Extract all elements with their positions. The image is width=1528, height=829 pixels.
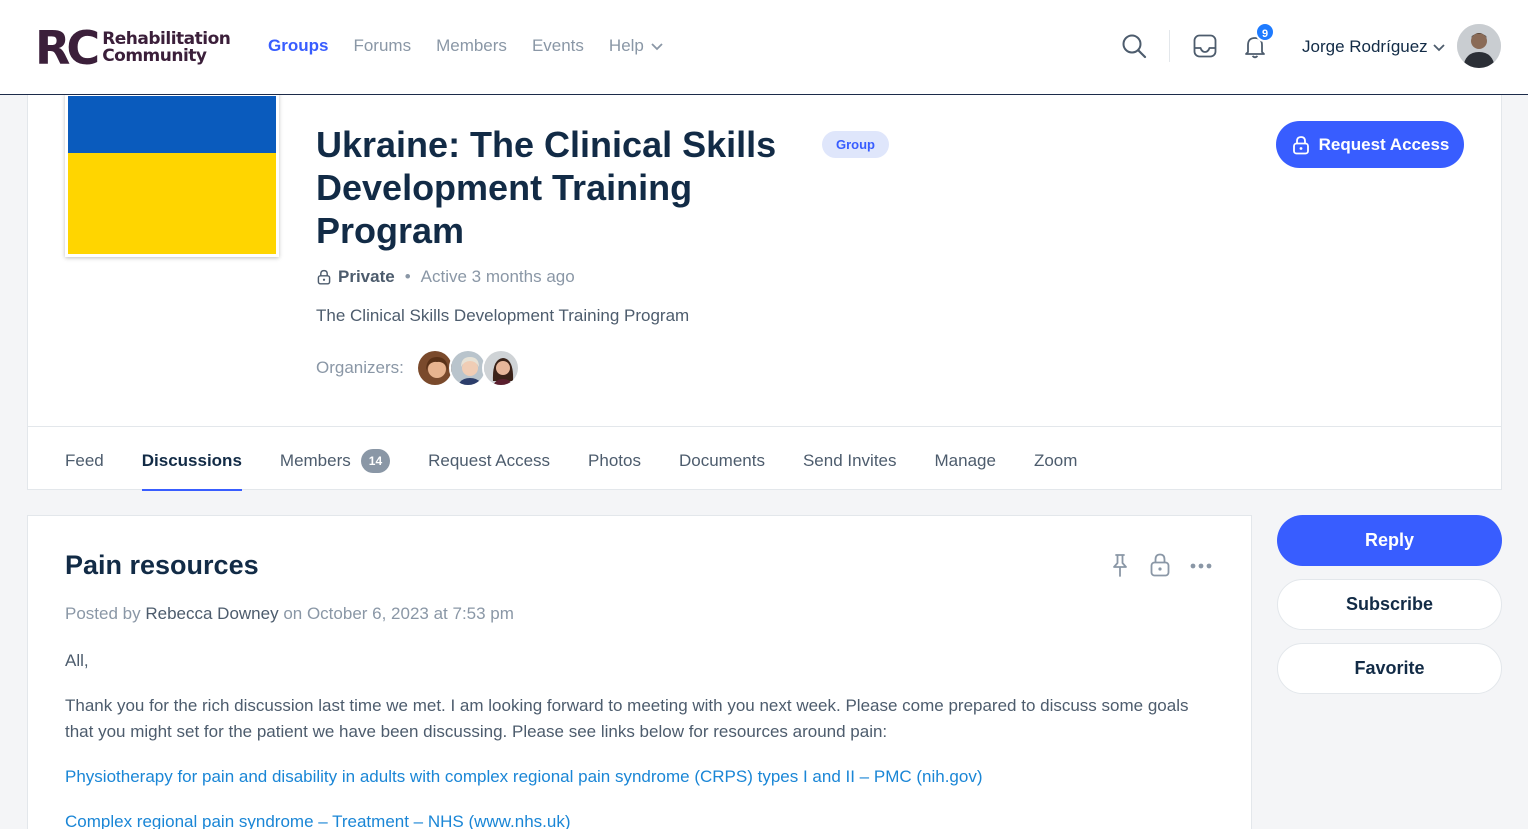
tab-members[interactable]: Members 14 xyxy=(280,447,391,475)
request-access-button[interactable]: Request Access xyxy=(1276,121,1464,168)
group-title: Ukraine: The Clinical Skills Development… xyxy=(316,124,777,251)
tab-documents[interactable]: Documents xyxy=(679,447,765,475)
tabs-divider xyxy=(28,426,1501,427)
subscribe-button[interactable]: Subscribe xyxy=(1277,579,1502,630)
tab-discussions[interactable]: Discussions xyxy=(141,447,243,491)
post-date: on October 6, 2023 at 7:53 pm xyxy=(283,604,514,623)
user-avatar[interactable] xyxy=(1457,24,1501,68)
more-options-icon[interactable] xyxy=(1188,552,1214,578)
favorite-button[interactable]: Favorite xyxy=(1277,643,1502,694)
site-logo[interactable]: RC Rehabilitation Community xyxy=(35,21,231,75)
group-activity: Active 3 months ago xyxy=(420,267,575,286)
group-description: The Clinical Skills Development Training… xyxy=(316,306,690,325)
lock-icon[interactable] xyxy=(1148,552,1172,578)
resource-link[interactable]: Physiotherapy for pain and disability in… xyxy=(65,767,983,786)
group-meta: Private • Active 3 months ago xyxy=(316,267,575,287)
post-actions xyxy=(1108,552,1214,578)
top-navigation-bar: RC Rehabilitation Community Groups Forum… xyxy=(0,0,1528,95)
header-divider xyxy=(1169,30,1170,62)
tab-photos[interactable]: Photos xyxy=(588,447,641,475)
tab-request-access[interactable]: Request Access xyxy=(428,447,550,475)
user-name[interactable]: Jorge Rodríguez xyxy=(1302,37,1428,57)
post-paragraph: Thank you for the rich discussion last t… xyxy=(65,696,1189,741)
tab-send-invites[interactable]: Send Invites xyxy=(803,447,897,475)
organizers: Organizers: xyxy=(316,349,520,387)
lock-icon xyxy=(317,269,331,285)
chevron-down-icon xyxy=(651,43,663,51)
nav-members[interactable]: Members xyxy=(436,36,507,56)
chevron-down-icon[interactable] xyxy=(1432,40,1446,54)
members-count-badge: 14 xyxy=(360,449,391,473)
group-tabs: Feed Discussions Members 14 Request Acces… xyxy=(65,447,1077,491)
post-content: All, Thank you for the rich discussion l… xyxy=(65,648,1205,829)
organizer-avatar[interactable] xyxy=(481,349,520,387)
organizers-label: Organizers: xyxy=(316,358,404,377)
pin-icon[interactable] xyxy=(1108,552,1132,578)
tab-manage[interactable]: Manage xyxy=(935,447,996,475)
main-nav: Groups Forums Members Events Help xyxy=(268,36,664,56)
post-title: Pain resources xyxy=(65,550,259,580)
group-header-card: Ukraine: The Clinical Skills Development… xyxy=(27,93,1502,491)
post-greeting: All, xyxy=(65,651,89,670)
group-privacy: Private xyxy=(338,267,395,286)
nav-forums[interactable]: Forums xyxy=(353,36,411,56)
lock-icon xyxy=(1292,135,1309,154)
nav-groups[interactable]: Groups xyxy=(268,36,328,56)
search-icon[interactable] xyxy=(1121,33,1147,59)
meta-separator: • xyxy=(404,267,411,286)
logo-mark: RC xyxy=(35,21,100,75)
resource-link[interactable]: Complex regional pain syndrome – Treatme… xyxy=(65,812,571,829)
group-type-badge: Group xyxy=(822,131,889,158)
inbox-icon[interactable] xyxy=(1192,33,1218,59)
discussion-post: Pain resources Posted by Rebecca Downey … xyxy=(27,515,1252,829)
nav-events[interactable]: Events xyxy=(532,36,584,56)
group-cover-image xyxy=(65,93,279,257)
post-byline: Posted by Rebecca Downey on October 6, 2… xyxy=(65,604,514,623)
nav-help[interactable]: Help xyxy=(609,36,664,56)
organizer-avatars xyxy=(415,349,520,387)
post-author[interactable]: Rebecca Downey xyxy=(145,604,278,623)
tab-feed[interactable]: Feed xyxy=(65,447,104,475)
tab-zoom[interactable]: Zoom xyxy=(1034,447,1077,475)
notification-count-badge: 9 xyxy=(1255,22,1275,42)
logo-wordmark: Rehabilitation Community xyxy=(102,29,231,66)
reply-button[interactable]: Reply xyxy=(1277,515,1502,566)
